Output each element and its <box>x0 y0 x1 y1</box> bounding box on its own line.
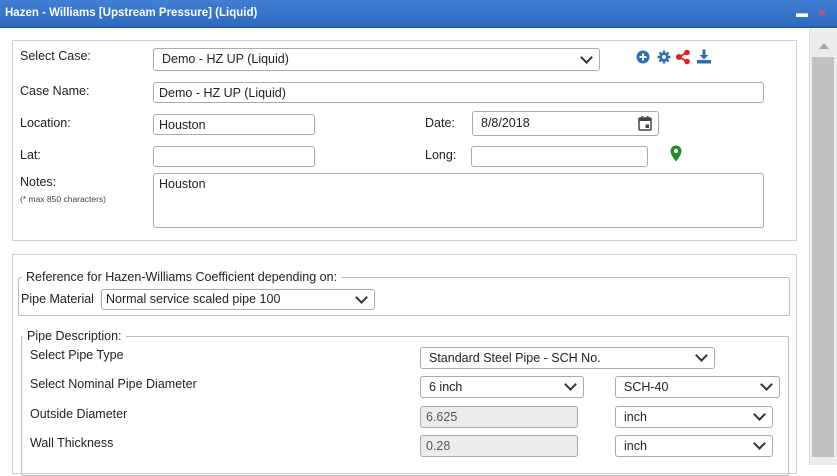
scroll-up-arrow-icon[interactable] <box>819 43 829 49</box>
outside-diameter-input <box>420 406 578 428</box>
date-value: 8/8/2018 <box>481 116 530 130</box>
outside-diameter-unit-dropdown[interactable]: inch <box>615 406 773 428</box>
chevron-down-icon <box>753 437 766 450</box>
pipe-material-value: Normal service scaled pipe 100 <box>106 292 281 306</box>
calendar-icon[interactable] <box>638 116 652 131</box>
reference-legend: Reference for Hazen-Williams Coefficient… <box>22 270 342 284</box>
vertical-scrollbar[interactable] <box>809 29 837 465</box>
download-icon[interactable] <box>696 49 712 64</box>
outside-diameter-unit-value: inch <box>624 410 647 424</box>
nominal-diameter-dropdown[interactable]: 6 inch <box>420 376 584 398</box>
nominal-diameter-value: 6 inch <box>429 380 463 394</box>
case-name-input[interactable] <box>153 82 764 103</box>
schedule-value: SCH-40 <box>624 380 669 394</box>
pipe-type-value: Standard Steel Pipe - SCH No. <box>429 351 601 365</box>
window-title: Hazen - Williams [Upstream Pressure] (Li… <box>5 7 258 19</box>
chevron-down-icon <box>753 408 766 421</box>
case-name-label: Case Name: <box>20 84 90 98</box>
lat-label: Lat: <box>20 148 41 162</box>
share-icon[interactable] <box>675 49 691 65</box>
notes-label: Notes: <box>20 175 57 189</box>
chevron-down-icon <box>564 378 577 391</box>
nominal-diameter-label: Select Nominal Pipe Diameter <box>30 377 197 391</box>
chevron-down-icon <box>760 378 773 391</box>
wall-thickness-input <box>420 435 578 457</box>
long-input[interactable] <box>471 146 648 167</box>
select-case-dropdown[interactable]: Demo - HZ UP (Liquid) <box>153 48 600 71</box>
gear-icon[interactable] <box>657 50 671 64</box>
pipe-type-dropdown[interactable]: Standard Steel Pipe - SCH No. <box>420 347 715 369</box>
location-label: Location: <box>20 116 71 130</box>
select-case-label: Select Case: <box>20 49 91 63</box>
pipe-type-label: Select Pipe Type <box>30 348 124 362</box>
lat-input[interactable] <box>153 146 315 167</box>
chevron-down-icon <box>580 51 593 64</box>
scrollbar-thumb[interactable] <box>812 57 834 457</box>
close-icon[interactable]: × <box>816 6 828 20</box>
pipe-material-dropdown[interactable]: Normal service scaled pipe 100 <box>101 289 375 310</box>
minimize-icon[interactable]: ▬ <box>796 6 808 20</box>
date-label: Date: <box>425 116 455 130</box>
add-circle-icon[interactable] <box>636 50 650 64</box>
notes-hint: (* max 850 characters) <box>20 194 106 204</box>
chevron-down-icon <box>355 291 368 304</box>
pipe-description-legend: Pipe Description: <box>23 329 126 343</box>
map-pin-icon[interactable] <box>670 145 682 162</box>
long-label: Long: <box>425 148 457 162</box>
notes-textarea[interactable] <box>153 173 764 228</box>
pipe-material-label: Pipe Material <box>21 292 94 306</box>
location-input[interactable] <box>153 114 315 135</box>
outside-diameter-label: Outside Diameter <box>30 407 128 421</box>
wall-thickness-label: Wall Thickness <box>30 436 114 450</box>
date-field[interactable]: 8/8/2018 <box>472 111 659 136</box>
select-case-value: Demo - HZ UP (Liquid) <box>162 52 289 66</box>
window-titlebar: Hazen - Williams [Upstream Pressure] (Li… <box>0 0 837 28</box>
wall-thickness-unit-dropdown[interactable]: inch <box>615 435 773 457</box>
wall-thickness-unit-value: inch <box>624 439 647 453</box>
schedule-dropdown[interactable]: SCH-40 <box>615 376 780 398</box>
chevron-down-icon <box>695 349 708 362</box>
